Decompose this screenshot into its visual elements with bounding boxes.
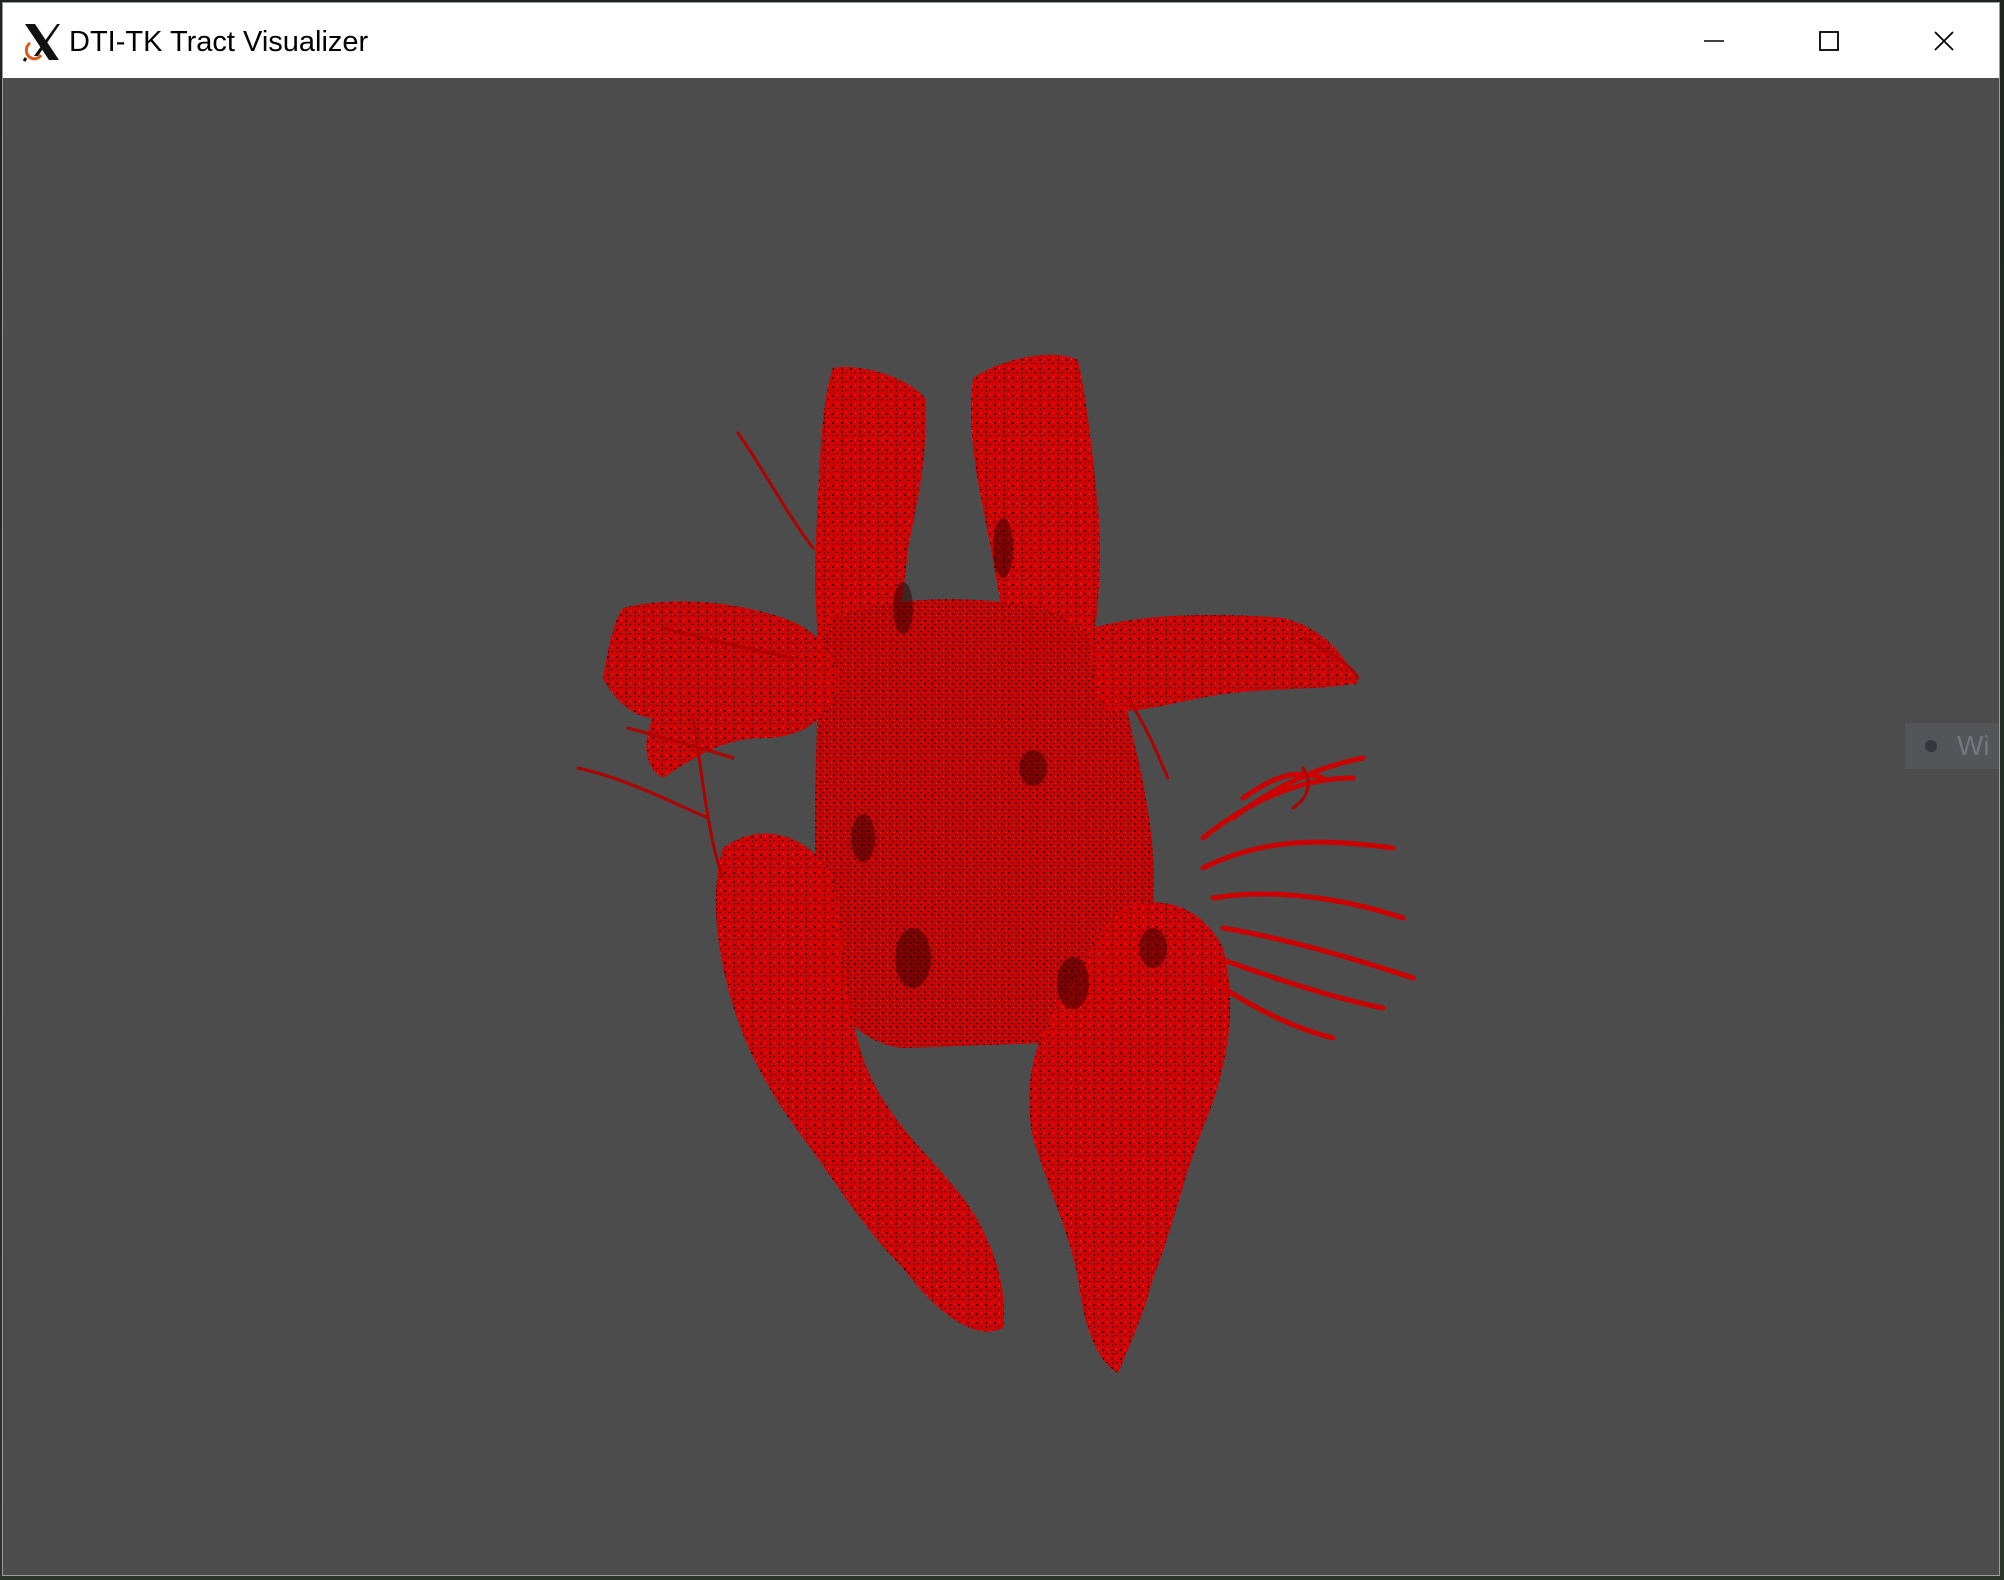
background-hint-text: Wi <box>1957 730 1990 761</box>
background-window-hint: Wi <box>1905 723 1999 769</box>
render-viewport[interactable]: Wi <box>3 78 1999 1575</box>
minimize-button[interactable] <box>1656 3 1771 78</box>
close-icon <box>1933 30 1954 51</box>
hint-dot-icon <box>1925 740 1937 752</box>
minimize-icon <box>1703 39 1724 42</box>
close-button[interactable] <box>1886 3 1999 78</box>
tract-right-fan <box>1200 755 1416 1041</box>
x-window-system-icon <box>22 24 60 62</box>
maximize-button[interactable] <box>1771 3 1886 78</box>
title-bar[interactable]: DTI-TK Tract Visualizer <box>3 3 1999 78</box>
window-title: DTI-TK Tract Visualizer <box>69 26 369 58</box>
tract-right-lateral <box>1091 615 1358 711</box>
app-window: DTI-TK Tract Visualizer Wi <box>2 2 2000 1576</box>
tract-left-lateral <box>603 601 838 778</box>
maximize-icon <box>1818 30 1839 51</box>
fiber-tract-render <box>576 354 1416 1373</box>
